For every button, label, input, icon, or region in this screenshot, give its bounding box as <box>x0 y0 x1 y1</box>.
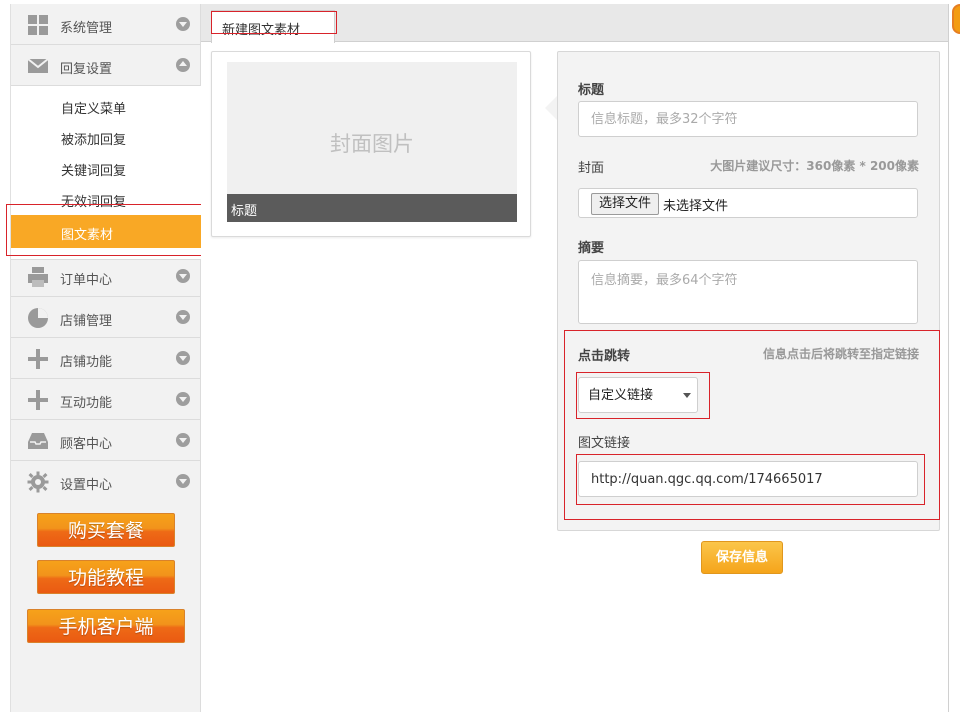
sidebar-item-interaction[interactable]: 互动功能 <box>11 379 201 420</box>
chevron-down-icon <box>176 310 190 324</box>
mobile-client-button[interactable]: 手机客户端 <box>27 609 185 643</box>
sidebar-item-label: 设置中心 <box>60 478 113 493</box>
link-highlight <box>576 454 925 505</box>
envelope-icon <box>27 58 49 73</box>
preview-title-bar: 标题 <box>227 194 517 222</box>
cover-placeholder-text: 封面图片 <box>330 132 414 156</box>
tab-bar: 新建图文素材 <box>201 4 949 43</box>
sidebar-item-label: 店铺管理 <box>60 314 113 329</box>
tutorial-button[interactable]: 功能教程 <box>37 560 175 594</box>
submenu-item-custom-menu[interactable]: 自定义菜单 <box>61 98 126 117</box>
title-label: 标题 <box>578 83 605 98</box>
sidebar-item-label: 系统管理 <box>60 21 113 36</box>
panel-pointer <box>545 96 557 120</box>
sidebar-item-store-manage[interactable]: 店铺管理 <box>11 297 201 338</box>
buy-package-button[interactable]: 购买套餐 <box>37 513 175 547</box>
sidebar-item-label: 顾客中心 <box>60 437 113 452</box>
title-input[interactable]: 信息标题，最多32个字符 <box>578 101 918 137</box>
sidebar-item-label: 店铺功能 <box>60 355 113 370</box>
chevron-down-icon <box>176 269 190 283</box>
inbox-icon <box>28 433 48 449</box>
chevron-down-icon <box>176 392 190 406</box>
sidebar-item-settings[interactable]: 设置中心 <box>11 461 201 502</box>
plus-icon <box>28 349 48 369</box>
file-status: 未选择文件 <box>663 199 729 214</box>
chevron-down-icon <box>176 474 190 488</box>
chevron-down-icon <box>176 433 190 447</box>
pie-chart-icon <box>28 308 48 328</box>
chevron-up-icon <box>176 58 190 72</box>
sidebar-item-label: 互动功能 <box>60 396 113 411</box>
printer-icon <box>28 267 48 287</box>
page-edge <box>948 4 949 712</box>
cover-image-placeholder: 封面图片 标题 <box>227 62 517 222</box>
sidebar-item-label: 回复设置 <box>60 62 113 77</box>
main-content: 新建图文素材 封面图片 标题 标题 信息标题，最多32个字符 封面 大图片建议尺… <box>201 4 949 712</box>
select-highlight <box>576 372 710 419</box>
active-item-highlight <box>6 204 205 256</box>
preview-title: 标题 <box>231 204 258 219</box>
sidebar-item-orders[interactable]: 订单中心 <box>11 256 201 297</box>
corner-logo-icon <box>952 4 960 34</box>
cover-file-input[interactable]: 选择文件 未选择文件 <box>578 188 918 218</box>
sidebar-item-store-features[interactable]: 店铺功能 <box>11 338 201 379</box>
summary-label: 摘要 <box>578 241 605 256</box>
chevron-down-icon <box>176 17 190 31</box>
sidebar-item-system[interactable]: 系统管理 <box>11 4 201 45</box>
sidebar-item-label: 订单中心 <box>60 273 113 288</box>
grid-icon <box>28 15 48 35</box>
cover-size-hint: 大图片建议尺寸：360像素 * 200像素 <box>710 159 919 173</box>
sidebar-item-reply[interactable]: 回复设置 <box>11 45 201 86</box>
gear-icon <box>27 471 49 493</box>
cover-label: 封面 <box>578 161 605 176</box>
article-preview-card: 封面图片 标题 <box>211 51 531 237</box>
choose-file-button[interactable]: 选择文件 <box>591 193 659 215</box>
submenu-item-follow-reply[interactable]: 被添加回复 <box>61 129 126 148</box>
save-button[interactable]: 保存信息 <box>701 541 783 574</box>
tab-highlight <box>211 11 337 34</box>
plus-icon <box>28 390 48 410</box>
summary-textarea[interactable]: 信息摘要，最多64个字符 <box>578 260 918 324</box>
sidebar: 系统管理 回复设置 自定义菜单 被添加回复 关键词回复 无效词回复 图文素材 订… <box>10 4 201 712</box>
sidebar-item-customers[interactable]: 顾客中心 <box>11 420 201 461</box>
submenu-item-keyword-reply[interactable]: 关键词回复 <box>61 160 126 179</box>
chevron-down-icon <box>176 351 190 365</box>
